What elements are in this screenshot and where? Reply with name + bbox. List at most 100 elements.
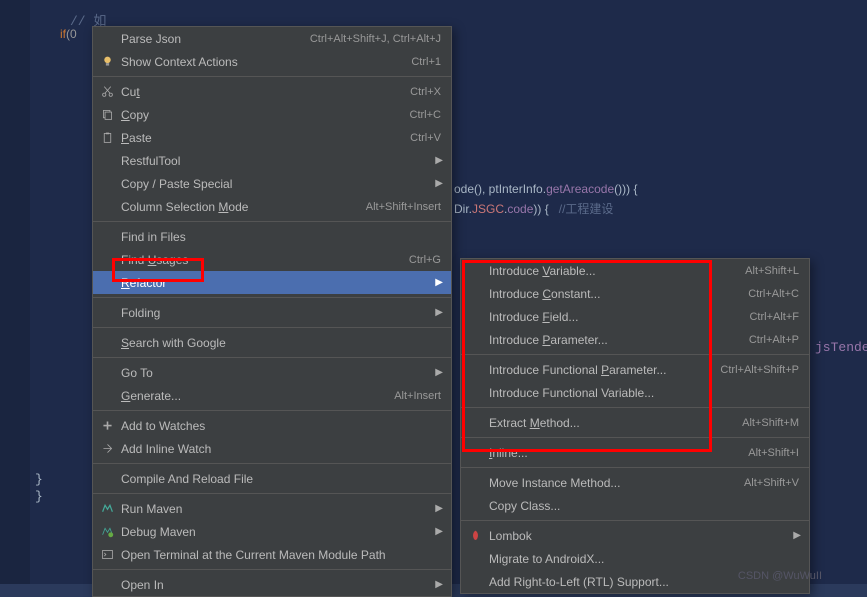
- context-menu-item[interactable]: Run Maven▶: [93, 497, 451, 520]
- menu-shortcut: Alt+Shift+I: [748, 447, 799, 459]
- maven-debug-icon: [99, 524, 115, 540]
- menu-item-label: Copy / Paste Special: [121, 177, 441, 191]
- menu-item-label: Extract Method...: [489, 416, 742, 430]
- menu-item-label: Search with Google: [121, 336, 441, 350]
- refactor-menu-item[interactable]: Introduce Functional Parameter...Ctrl+Al…: [461, 358, 809, 381]
- menu-item-label: Debug Maven: [121, 525, 441, 539]
- menu-separator: [461, 407, 809, 408]
- refactor-menu-item[interactable]: Migrate to AndroidX...: [461, 547, 809, 570]
- menu-separator: [93, 327, 451, 328]
- menu-shortcut: Ctrl+Alt+Shift+J, Ctrl+Alt+J: [310, 33, 441, 45]
- context-menu-item[interactable]: Parse JsonCtrl+Alt+Shift+J, Ctrl+Alt+J: [93, 27, 451, 50]
- refactor-menu-item[interactable]: Introduce Functional Variable...: [461, 381, 809, 404]
- menu-item-label: Open Terminal at the Current Maven Modul…: [121, 548, 441, 562]
- menu-separator: [461, 437, 809, 438]
- context-menu-item[interactable]: Find in Files: [93, 225, 451, 248]
- refactor-menu-item[interactable]: Introduce Variable...Alt+Shift+L: [461, 259, 809, 282]
- menu-item-label: Cut: [121, 85, 410, 99]
- menu-separator: [93, 410, 451, 411]
- submenu-arrow-icon: ▶: [435, 178, 443, 189]
- submenu-arrow-icon: ▶: [435, 503, 443, 514]
- context-menu-item[interactable]: Open Terminal at the Current Maven Modul…: [93, 543, 451, 566]
- menu-separator: [461, 520, 809, 521]
- context-menu-item[interactable]: Column Selection ModeAlt+Shift+Insert: [93, 195, 451, 218]
- menu-shortcut: Ctrl+Alt+Shift+P: [720, 364, 799, 376]
- context-menu-item[interactable]: Folding▶: [93, 301, 451, 324]
- menu-item-label: RestfulTool: [121, 154, 441, 168]
- menu-shortcut: Alt+Insert: [394, 390, 441, 402]
- menu-shortcut: Ctrl+V: [410, 132, 441, 144]
- copy-icon: [99, 107, 115, 123]
- context-menu-item[interactable]: Debug Maven▶: [93, 520, 451, 543]
- refactor-menu-item[interactable]: Extract Method...Alt+Shift+M: [461, 411, 809, 434]
- lombok-icon: [467, 528, 483, 544]
- menu-item-label: Copy Class...: [489, 499, 799, 513]
- menu-separator: [93, 493, 451, 494]
- context-menu-item[interactable]: Compile And Reload File: [93, 467, 451, 490]
- menu-item-label: Show Context Actions: [121, 55, 411, 69]
- context-menu-item[interactable]: PasteCtrl+V: [93, 126, 451, 149]
- menu-item-label: Introduce Functional Parameter...: [489, 363, 720, 377]
- menu-item-label: Run Maven: [121, 502, 441, 516]
- menu-item-label: Introduce Functional Variable...: [489, 386, 799, 400]
- bulb-icon: [99, 54, 115, 70]
- submenu-arrow-icon: ▶: [435, 155, 443, 166]
- refactor-menu-item[interactable]: Move Instance Method...Alt+Shift+V: [461, 471, 809, 494]
- context-menu-item[interactable]: Show Context ActionsCtrl+1: [93, 50, 451, 73]
- watch-icon: [99, 418, 115, 434]
- menu-shortcut: Ctrl+1: [411, 56, 441, 68]
- menu-separator: [93, 569, 451, 570]
- refactor-submenu: Introduce Variable...Alt+Shift+LIntroduc…: [460, 258, 810, 594]
- context-menu-item[interactable]: Copy / Paste Special▶: [93, 172, 451, 195]
- menu-item-label: Add to Watches: [121, 419, 441, 433]
- menu-shortcut: Ctrl+G: [409, 254, 441, 266]
- paste-icon: [99, 130, 115, 146]
- menu-separator: [93, 297, 451, 298]
- menu-item-label: Open In: [121, 578, 441, 592]
- refactor-menu-item[interactable]: Introduce Field...Ctrl+Alt+F: [461, 305, 809, 328]
- context-menu-item[interactable]: Go To▶: [93, 361, 451, 384]
- menu-item-label: Inline...: [489, 446, 748, 460]
- refactor-menu-item[interactable]: Introduce Constant...Ctrl+Alt+C: [461, 282, 809, 305]
- brace: }: [35, 472, 43, 487]
- context-menu-item[interactable]: Open In▶: [93, 573, 451, 596]
- menu-item-label: Migrate to AndroidX...: [489, 552, 799, 566]
- context-menu-item[interactable]: Find UsagesCtrl+G: [93, 248, 451, 271]
- menu-item-label: Move Instance Method...: [489, 476, 744, 490]
- menu-item-label: Paste: [121, 131, 410, 145]
- menu-shortcut: Alt+Shift+M: [742, 417, 799, 429]
- submenu-arrow-icon: ▶: [435, 307, 443, 318]
- context-menu: Parse JsonCtrl+Alt+Shift+J, Ctrl+Alt+JSh…: [92, 26, 452, 597]
- refactor-menu-item[interactable]: Lombok▶: [461, 524, 809, 547]
- context-menu-item[interactable]: Add Inline Watch: [93, 437, 451, 460]
- maven-icon: [99, 501, 115, 517]
- submenu-arrow-icon: ▶: [793, 530, 801, 541]
- context-menu-item[interactable]: Add to Watches: [93, 414, 451, 437]
- refactor-menu-item[interactable]: Inline...Alt+Shift+I: [461, 441, 809, 464]
- menu-shortcut: Ctrl+Alt+P: [749, 334, 799, 346]
- menu-shortcut: Alt+Shift+Insert: [366, 201, 441, 213]
- menu-item-label: Find Usages: [121, 253, 409, 267]
- menu-item-label: Refactor: [121, 276, 441, 290]
- brace: }: [35, 489, 43, 504]
- context-menu-item[interactable]: RestfulTool▶: [93, 149, 451, 172]
- refactor-menu-item[interactable]: Copy Class...: [461, 494, 809, 517]
- menu-shortcut: Ctrl+Alt+C: [748, 288, 799, 300]
- menu-shortcut: Ctrl+X: [410, 86, 441, 98]
- refactor-menu-item[interactable]: Introduce Parameter...Ctrl+Alt+P: [461, 328, 809, 351]
- code-line: Dir.JSGC.code)) { //工程建设: [454, 200, 613, 217]
- context-menu-item[interactable]: CopyCtrl+C: [93, 103, 451, 126]
- menu-separator: [461, 354, 809, 355]
- menu-item-label: Folding: [121, 306, 441, 320]
- menu-item-label: Compile And Reload File: [121, 472, 441, 486]
- menu-item-label: Copy: [121, 108, 410, 122]
- context-menu-item[interactable]: Generate...Alt+Insert: [93, 384, 451, 407]
- submenu-arrow-icon: ▶: [435, 579, 443, 590]
- menu-shortcut: Alt+Shift+V: [744, 477, 799, 489]
- context-menu-item[interactable]: Refactor▶: [93, 271, 451, 294]
- context-menu-item[interactable]: Search with Google: [93, 331, 451, 354]
- menu-item-label: Go To: [121, 366, 441, 380]
- context-menu-item[interactable]: CutCtrl+X: [93, 80, 451, 103]
- menu-item-label: Find in Files: [121, 230, 441, 244]
- code-line: ode(), ptInterInfo.getAreacode())) {: [454, 182, 637, 197]
